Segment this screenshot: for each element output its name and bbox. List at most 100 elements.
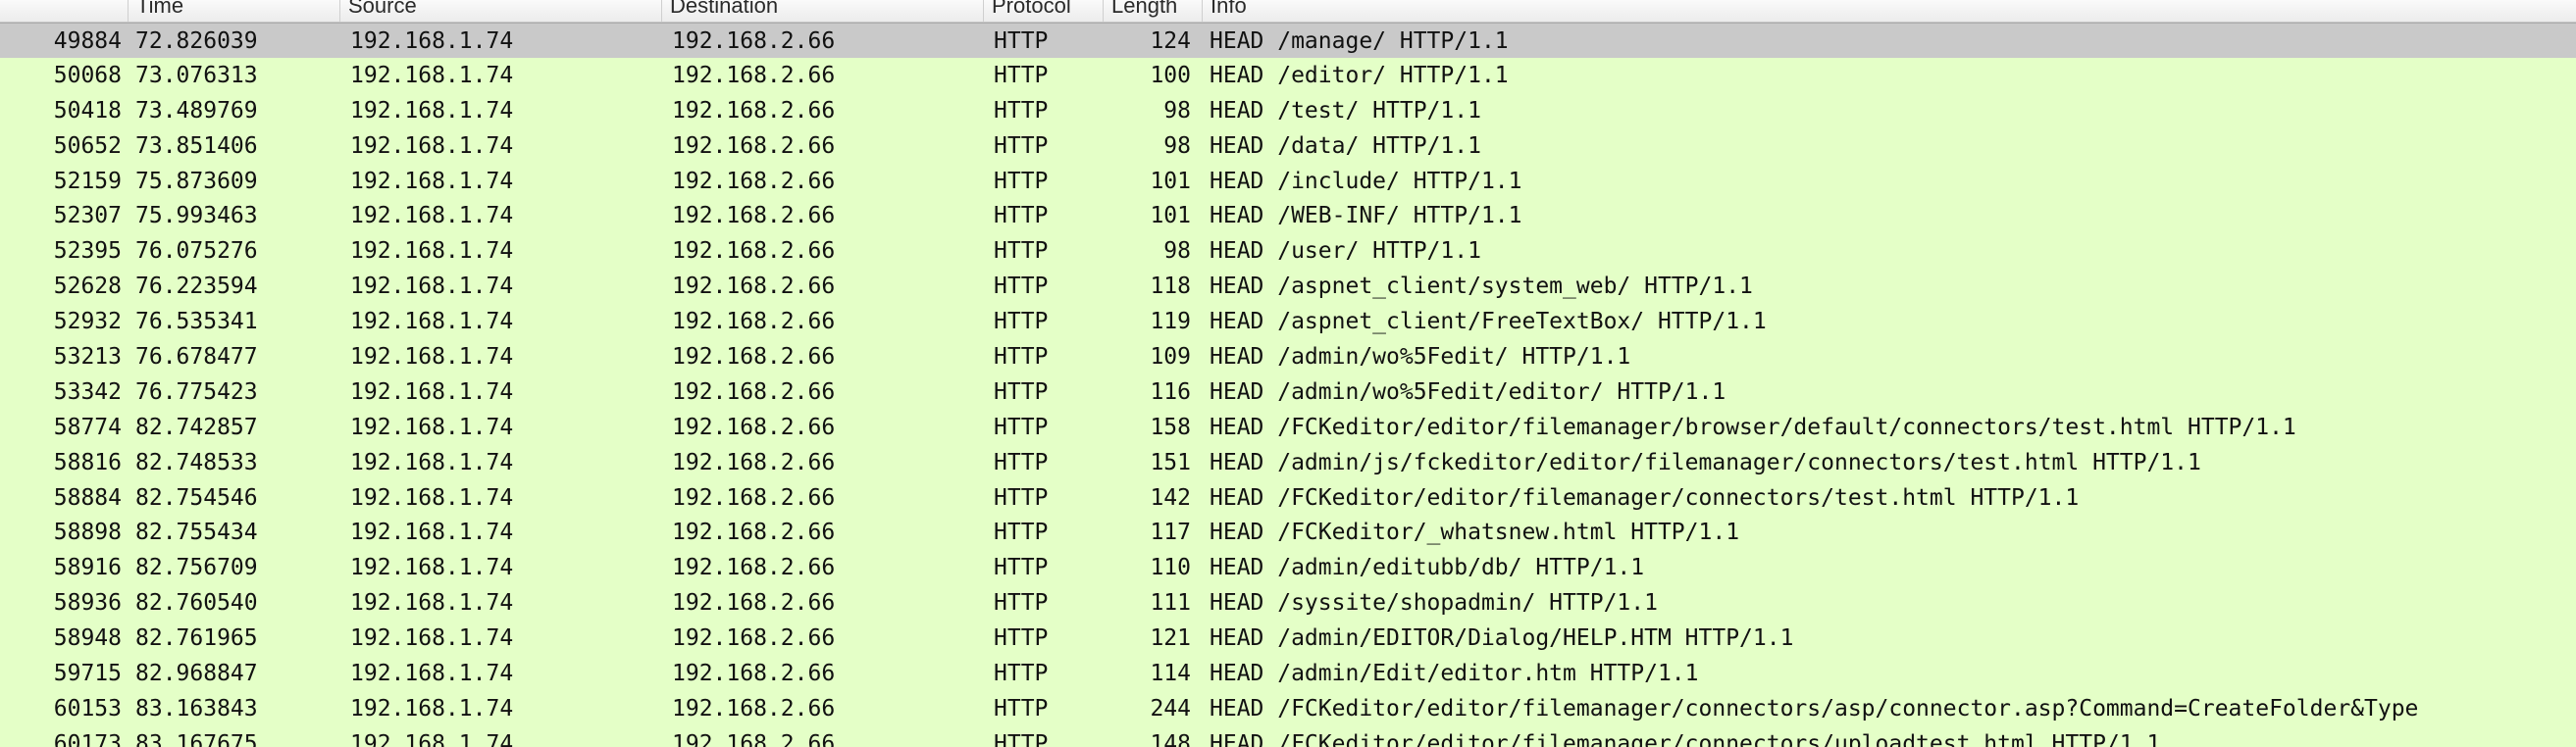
packet-number: 50418 xyxy=(53,97,122,124)
packet-row[interactable]: 50652 73.851406 192.168.1.74 192.168.2.66 HT… xyxy=(0,127,2576,164)
packet-info: HEAD /test/ HTTP/1.1 xyxy=(1210,97,1481,124)
packet-row[interactable]: 52932 76.535341 192.168.1.74 192.168.2.66 HT… xyxy=(0,304,2576,340)
column-header-info[interactable]: Info xyxy=(1202,0,2576,22)
packet-destination: 192.168.2.66 xyxy=(672,62,836,88)
packet-protocol: HTTP xyxy=(994,62,1049,88)
packet-protocol: HTTP xyxy=(994,695,1049,722)
packet-info: HEAD /syssite/shopadmin/ HTTP/1.1 xyxy=(1210,590,1658,617)
packet-row-selected[interactable]: 49884 72.826039 192.168.1.74 192.168.2.66 HT… xyxy=(0,23,2576,58)
packet-row[interactable]: 59715 82.968847 192.168.1.74 192.168.2.66 HT… xyxy=(0,656,2576,691)
packet-source: 192.168.1.74 xyxy=(350,132,514,159)
packet-time: 82.760540 xyxy=(135,590,258,617)
packet-number: 53213 xyxy=(53,344,122,371)
packet-source: 192.168.1.74 xyxy=(350,590,514,617)
packet-number: 52307 xyxy=(53,203,122,229)
packet-info: HEAD /FCKeditor/editor/filemanager/conne… xyxy=(1210,484,2080,511)
packet-time: 82.756709 xyxy=(135,555,258,581)
packet-source: 192.168.1.74 xyxy=(350,555,514,581)
packet-time: 82.748533 xyxy=(135,449,258,475)
packet-length: 142 xyxy=(1150,484,1191,511)
packet-length: 119 xyxy=(1150,309,1191,335)
packet-source: 192.168.1.74 xyxy=(350,97,514,124)
packet-protocol: HTTP xyxy=(994,97,1049,124)
packet-row[interactable]: 58774 82.742857 192.168.1.74 192.168.2.66 HT… xyxy=(0,409,2576,445)
packet-number: 58898 xyxy=(53,520,122,546)
packet-length: 100 xyxy=(1150,62,1191,88)
packet-time: 76.775423 xyxy=(135,378,258,405)
column-header-length[interactable]: Length xyxy=(1103,0,1202,22)
packet-row[interactable]: 53342 76.775423 192.168.1.74 192.168.2.66 HT… xyxy=(0,374,2576,410)
packet-info: HEAD /aspnet_client/system_web/ HTTP/1.1 xyxy=(1210,274,1753,300)
packet-list: Time Source Destination Protocol Length … xyxy=(0,0,2576,747)
column-header-protocol[interactable]: Protocol xyxy=(983,0,1103,22)
packet-time: 76.075276 xyxy=(135,238,258,265)
packet-row[interactable]: 50068 73.076313 192.168.1.74 192.168.2.66 HT… xyxy=(0,57,2576,93)
packet-row[interactable]: 58884 82.754546 192.168.1.74 192.168.2.66 HT… xyxy=(0,479,2576,516)
packet-source: 192.168.1.74 xyxy=(350,238,514,265)
packet-length: 117 xyxy=(1150,520,1191,546)
packet-number: 53342 xyxy=(53,378,122,405)
packet-time: 73.851406 xyxy=(135,132,258,159)
column-header-time[interactable]: Time xyxy=(128,0,339,22)
packet-length: 158 xyxy=(1150,414,1191,440)
packet-row[interactable]: 52395 76.075276 192.168.1.74 192.168.2.66 HT… xyxy=(0,233,2576,270)
packet-row[interactable]: 58936 82.760540 192.168.1.74 192.168.2.66 HT… xyxy=(0,585,2576,622)
packet-row[interactable]: 50418 73.489769 192.168.1.74 192.168.2.66 HT… xyxy=(0,92,2576,128)
packet-row[interactable]: 52159 75.873609 192.168.1.74 192.168.2.66 HT… xyxy=(0,163,2576,199)
packet-protocol: HTTP xyxy=(994,274,1049,300)
packet-time: 83.163843 xyxy=(135,695,258,722)
packet-protocol: HTTP xyxy=(994,449,1049,475)
packet-destination: 192.168.2.66 xyxy=(672,590,836,617)
packet-source: 192.168.1.74 xyxy=(350,203,514,229)
packet-destination: 192.168.2.66 xyxy=(672,625,836,652)
packet-destination: 192.168.2.66 xyxy=(672,97,836,124)
packet-number: 60173 xyxy=(53,730,122,747)
packet-destination: 192.168.2.66 xyxy=(672,274,836,300)
packet-source: 192.168.1.74 xyxy=(350,309,514,335)
packet-info: HEAD /admin/wo%5Fedit/editor/ HTTP/1.1 xyxy=(1210,378,1726,405)
column-header-destination[interactable]: Destination xyxy=(661,0,983,22)
packet-protocol: HTTP xyxy=(994,378,1049,405)
packet-number: 58774 xyxy=(53,414,122,440)
packet-info: HEAD /FCKeditor/editor/filemanager/brows… xyxy=(1210,414,2296,440)
packet-row[interactable]: 52307 75.993463 192.168.1.74 192.168.2.66 HT… xyxy=(0,198,2576,234)
packet-protocol: HTTP xyxy=(994,168,1049,194)
column-header-source[interactable]: Source xyxy=(339,0,661,22)
packet-destination: 192.168.2.66 xyxy=(672,449,836,475)
packet-time: 82.755434 xyxy=(135,520,258,546)
packet-row[interactable]: 60153 83.163843 192.168.1.74 192.168.2.66 HT… xyxy=(0,690,2576,726)
packet-row[interactable]: 60173 83.167675 192.168.1.74 192.168.2.66 HT… xyxy=(0,725,2576,747)
column-header-no[interactable] xyxy=(0,0,128,22)
packet-number: 52395 xyxy=(53,238,122,265)
packet-protocol: HTTP xyxy=(994,484,1049,511)
packet-info: HEAD /aspnet_client/FreeTextBox/ HTTP/1.… xyxy=(1210,309,1767,335)
packet-destination: 192.168.2.66 xyxy=(672,555,836,581)
packet-number: 52628 xyxy=(53,274,122,300)
packet-time: 73.076313 xyxy=(135,62,258,88)
packet-number: 52159 xyxy=(53,168,122,194)
packet-time: 76.223594 xyxy=(135,274,258,300)
packet-info: HEAD /WEB-INF/ HTTP/1.1 xyxy=(1210,203,1522,229)
packet-source: 192.168.1.74 xyxy=(350,730,514,747)
packet-length: 101 xyxy=(1150,203,1191,229)
packet-row[interactable]: 52628 76.223594 192.168.1.74 192.168.2.66 HT… xyxy=(0,269,2576,305)
packet-protocol: HTTP xyxy=(994,414,1049,440)
packet-info: HEAD /editor/ HTTP/1.1 xyxy=(1210,62,1509,88)
packet-source: 192.168.1.74 xyxy=(350,520,514,546)
packet-source: 192.168.1.74 xyxy=(350,62,514,88)
packet-length: 244 xyxy=(1150,695,1191,722)
packet-row[interactable]: 58898 82.755434 192.168.1.74 192.168.2.66 HT… xyxy=(0,515,2576,551)
packet-protocol: HTTP xyxy=(994,625,1049,652)
packet-time: 82.761965 xyxy=(135,625,258,652)
packet-row[interactable]: 53213 76.678477 192.168.1.74 192.168.2.66 HT… xyxy=(0,339,2576,374)
packet-time: 73.489769 xyxy=(135,97,258,124)
column-header-bar: Time Source Destination Protocol Length … xyxy=(0,0,2576,23)
packet-row[interactable]: 58948 82.761965 192.168.1.74 192.168.2.66 HT… xyxy=(0,621,2576,657)
packet-length: 98 xyxy=(1163,238,1191,265)
packet-destination: 192.168.2.66 xyxy=(672,132,836,159)
packet-row[interactable]: 58916 82.756709 192.168.1.74 192.168.2.66 HT… xyxy=(0,550,2576,586)
packet-number: 60153 xyxy=(53,695,122,722)
packet-row[interactable]: 58816 82.748533 192.168.1.74 192.168.2.66 HT… xyxy=(0,444,2576,480)
packet-info: HEAD /admin/Edit/editor.htm HTTP/1.1 xyxy=(1210,661,1699,687)
packet-destination: 192.168.2.66 xyxy=(672,520,836,546)
